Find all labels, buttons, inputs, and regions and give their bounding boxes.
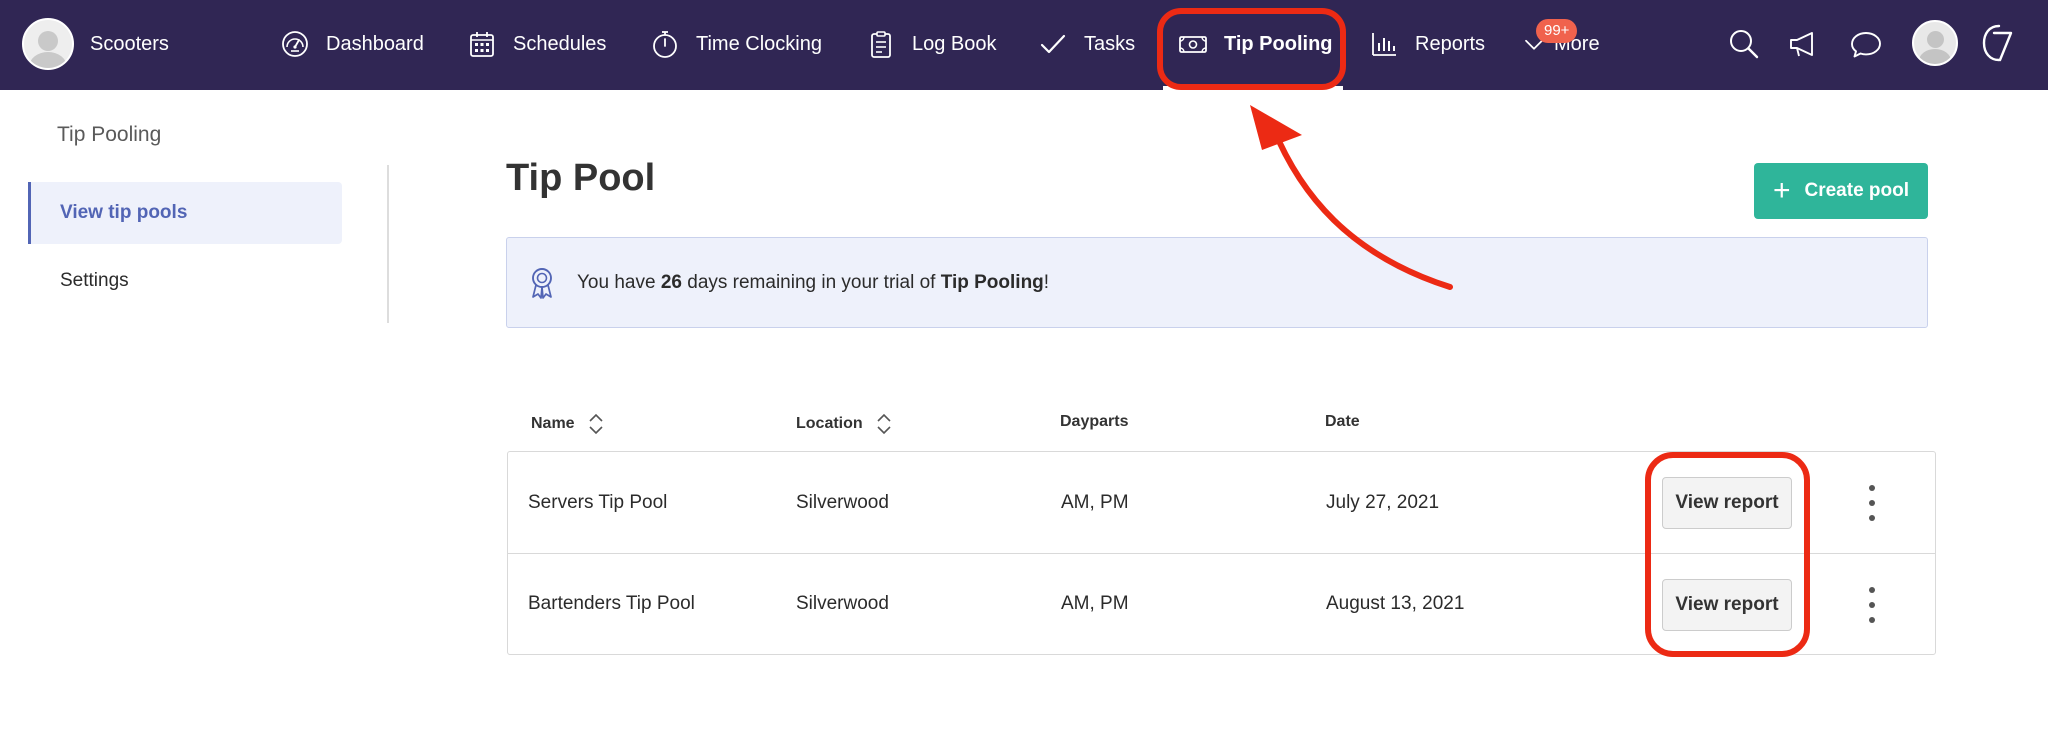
sort-icon xyxy=(589,413,603,435)
checkmark-icon xyxy=(1040,34,1066,54)
plus-icon: + xyxy=(1772,174,1791,207)
row-menu-icon[interactable] xyxy=(1864,485,1880,521)
nav-dashboard[interactable]: Dashboard xyxy=(280,22,424,66)
nav-label: Tip Pooling xyxy=(1224,32,1333,55)
award-ribbon-icon xyxy=(532,267,552,299)
sidebar-item-view-tip-pools[interactable]: View tip pools xyxy=(28,182,342,244)
trial-banner: You have 26 days remaining in your trial… xyxy=(506,237,1928,328)
money-bill-icon xyxy=(1179,36,1207,53)
cell-date: July 27, 2021 xyxy=(1326,491,1440,513)
sidebar-title: Tip Pooling xyxy=(57,123,162,146)
account-switcher[interactable]: Scooters xyxy=(22,18,169,70)
nav-schedules[interactable]: Schedules xyxy=(467,22,606,66)
nav-label: Schedules xyxy=(513,32,607,55)
column-header-dayparts: Dayparts xyxy=(1060,413,1129,430)
sidebar-item-settings[interactable]: Settings xyxy=(28,250,342,312)
clipboard-icon xyxy=(871,31,891,58)
stopwatch-icon xyxy=(653,31,677,58)
column-header-location[interactable]: Location xyxy=(796,413,893,435)
sidebar-divider xyxy=(387,165,389,323)
nav-label: Tasks xyxy=(1084,32,1136,55)
cell-name: Bartenders Tip Pool xyxy=(528,593,695,614)
nav-reports[interactable]: Reports xyxy=(1369,22,1485,66)
trial-days: 26 xyxy=(660,271,682,293)
sort-icon xyxy=(877,413,891,435)
tip-pools-table: Servers Tip Pool Silverwood AM, PM July … xyxy=(507,451,1936,655)
bar-chart-icon xyxy=(1372,33,1396,56)
nav-tasks[interactable]: Tasks xyxy=(1038,22,1135,66)
user-avatar[interactable] xyxy=(1912,20,1958,66)
cell-dayparts: AM, PM xyxy=(1061,491,1129,513)
search-button[interactable] xyxy=(1726,26,1762,62)
account-avatar xyxy=(22,18,74,70)
nav-log-book[interactable]: Log Book xyxy=(866,22,997,66)
cell-location: Silverwood xyxy=(796,491,889,513)
table-row[interactable]: Servers Tip Pool Silverwood AM, PM July … xyxy=(508,452,1935,553)
calendar-icon xyxy=(470,32,494,57)
search-icon xyxy=(1730,30,1759,59)
nav-tip-pooling[interactable]: Tip Pooling xyxy=(1178,22,1333,66)
nav-time-clocking[interactable]: Time Clocking xyxy=(650,22,822,66)
row-menu-icon[interactable] xyxy=(1864,587,1880,623)
announcements-button[interactable] xyxy=(1786,26,1822,62)
sidebar-item-label: Settings xyxy=(60,270,129,291)
cell-name: Servers Tip Pool xyxy=(528,491,668,513)
column-header-date: Date xyxy=(1325,413,1360,430)
table-row[interactable]: Bartenders Tip Pool Silverwood AM, PM Au… xyxy=(508,553,1935,654)
nav-label: Time Clocking xyxy=(696,32,822,55)
cell-location: Silverwood xyxy=(796,593,889,614)
column-header-name[interactable]: Name xyxy=(531,413,605,435)
view-report-button[interactable]: View report xyxy=(1662,477,1792,529)
nav-label: Log Book xyxy=(912,32,997,55)
messages-button[interactable] xyxy=(1848,26,1884,62)
dashboard-gauge-icon xyxy=(282,31,308,57)
cell-date: August 13, 2021 xyxy=(1326,593,1465,614)
account-name: Scooters xyxy=(90,32,169,55)
page-title: Tip Pool xyxy=(506,157,656,199)
active-tab-underline xyxy=(1163,86,1343,90)
top-nav-bar: Scooters Dashboard Schedules Time Clocki… xyxy=(0,0,2048,90)
megaphone-icon xyxy=(1790,32,1813,57)
notification-count-badge: 99+ xyxy=(1536,19,1578,43)
brand-logo-icon xyxy=(1982,24,2013,62)
trial-message: You have 26 days remaining in your trial… xyxy=(577,271,1050,293)
trial-product: Tip Pooling xyxy=(940,271,1044,293)
cell-dayparts: AM, PM xyxy=(1061,593,1129,614)
create-pool-label: Create pool xyxy=(1804,180,1910,201)
nav-label: Reports xyxy=(1415,32,1486,55)
chat-bubble-icon xyxy=(1851,32,1881,58)
nav-label: Dashboard xyxy=(326,32,424,55)
create-pool-button[interactable]: + Create pool xyxy=(1754,163,1928,219)
sidebar-item-label: View tip pools xyxy=(60,202,188,223)
view-report-button[interactable]: View report xyxy=(1662,579,1792,631)
